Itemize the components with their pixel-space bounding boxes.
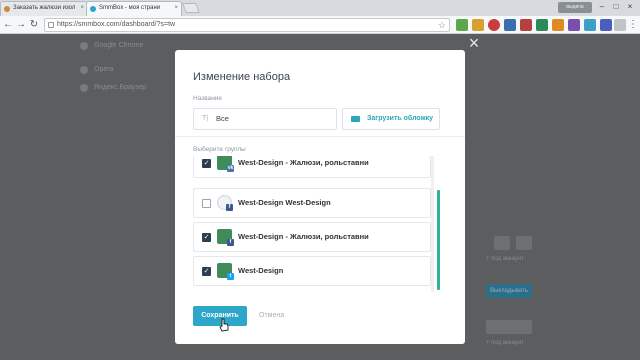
group-name: West-Design - Жалюзи, рольставни [238, 158, 369, 167]
add-account-link: + под аккаунт [486, 340, 524, 346]
settings-icon [516, 236, 532, 250]
refresh-icon [494, 236, 510, 250]
tab-label: Заказать жалюзи изол [13, 5, 76, 11]
group-avatar: f [217, 195, 233, 211]
group-row[interactable]: ✓ f West-Design - Жалюзи, рольставни [193, 222, 431, 252]
groups-list[interactable]: ✓ vk West-Design - Жалюзи, рольставни f … [193, 156, 433, 292]
extension-icon[interactable] [584, 19, 596, 31]
facebook-icon: f [226, 204, 233, 211]
group-name: West-Design [238, 266, 284, 275]
new-tab-button[interactable] [182, 3, 200, 13]
group-row[interactable]: ✓ t West-Design [193, 256, 431, 286]
group-row[interactable]: f West-Design West-Design [193, 188, 431, 218]
chrome-icon [80, 42, 88, 50]
post-button: Выкладывать [486, 284, 532, 298]
group-checkbox[interactable]: ✓ [202, 233, 211, 242]
group-name: West-Design West-Design [238, 198, 331, 207]
group-avatar: f [217, 229, 234, 246]
browser-option: Яндекс.Браузер [94, 84, 147, 91]
set-name-value: Все [216, 114, 229, 123]
group-row[interactable]: ✓ vk West-Design - Жалюзи, рольставни [193, 156, 431, 178]
url-text: https://smmbox.com/dashboard/?s=tw [57, 21, 176, 28]
tab-favicon [90, 6, 96, 12]
text-icon: T| [202, 115, 209, 122]
extension-icon[interactable] [536, 19, 548, 31]
minimize-icon[interactable]: – [596, 2, 608, 12]
set-name-input[interactable]: T| Все [193, 108, 337, 130]
facebook-icon: f [227, 239, 234, 246]
group-avatar: t [217, 263, 234, 280]
extension-icon[interactable] [600, 19, 612, 31]
upload-cover-label: Загрузить обложку [367, 115, 433, 122]
extension-icon[interactable] [614, 19, 626, 31]
browser-tab-1[interactable]: Заказать жалюзи изол × [0, 1, 88, 16]
group-avatar: vk [217, 156, 234, 172]
lock-icon [48, 22, 54, 28]
bg-button [486, 320, 532, 334]
reload-icon[interactable]: ↻ [28, 19, 40, 31]
groups-label: Выберите группы [193, 146, 246, 153]
yandex-icon [80, 84, 88, 92]
back-icon[interactable]: ← [2, 19, 14, 31]
extension-icon[interactable] [488, 19, 500, 31]
name-label: Название [193, 95, 223, 102]
extension-icon[interactable] [472, 19, 484, 31]
bookmark-star-icon[interactable]: ☆ [438, 19, 446, 31]
user-badge[interactable]: выдача [558, 2, 592, 13]
browser-menu-icon[interactable]: ⋮ [628, 19, 638, 31]
opera-icon [80, 66, 88, 74]
browser-tab-2[interactable]: SmmBox - моя страни × [86, 1, 182, 16]
browser-option: Google Chrome [94, 42, 144, 49]
address-bar[interactable]: https://smmbox.com/dashboard/?s=tw ☆ [44, 18, 450, 32]
upload-cover-button[interactable]: Загрузить обложку [342, 108, 440, 130]
extension-icon[interactable] [568, 19, 580, 31]
add-account-link: + под аккаунт [486, 256, 524, 262]
extension-icon[interactable] [456, 19, 468, 31]
cancel-button[interactable]: Отмена [259, 306, 289, 326]
edit-set-modal: Изменение набора Название T| Все Загрузи… [175, 50, 465, 344]
browser-tab-bar: Заказать жалюзи изол × SmmBox - моя стра… [0, 0, 640, 16]
vk-icon: vk [227, 165, 234, 172]
extension-icon[interactable] [552, 19, 564, 31]
group-checkbox[interactable] [202, 199, 211, 208]
divider [175, 136, 465, 137]
scrollbar-thumb[interactable] [437, 190, 440, 290]
tab-favicon [4, 6, 10, 12]
hand-cursor-icon [219, 318, 229, 332]
twitter-icon: t [227, 273, 234, 280]
modal-title: Изменение набора [193, 71, 291, 83]
group-checkbox[interactable]: ✓ [202, 267, 211, 276]
group-name: West-Design - Жалюзи, рольставни [238, 232, 369, 241]
forward-icon[interactable]: → [15, 19, 27, 31]
scrollbar-track[interactable] [431, 156, 434, 292]
browser-option: Opera [94, 66, 114, 73]
browser-toolbar: ← → ↻ https://smmbox.com/dashboard/?s=tw… [0, 16, 640, 34]
close-tab-icon[interactable]: × [80, 2, 84, 15]
maximize-icon[interactable]: □ [610, 2, 622, 12]
extension-icon[interactable] [504, 19, 516, 31]
folder-icon [351, 116, 360, 122]
close-tab-icon[interactable]: × [174, 2, 178, 15]
tab-label: SmmBox - моя страни [99, 5, 161, 11]
group-checkbox[interactable]: ✓ [202, 159, 211, 168]
close-window-icon[interactable]: × [624, 2, 636, 12]
close-modal-icon[interactable]: × [466, 34, 482, 52]
extension-icon[interactable] [520, 19, 532, 31]
